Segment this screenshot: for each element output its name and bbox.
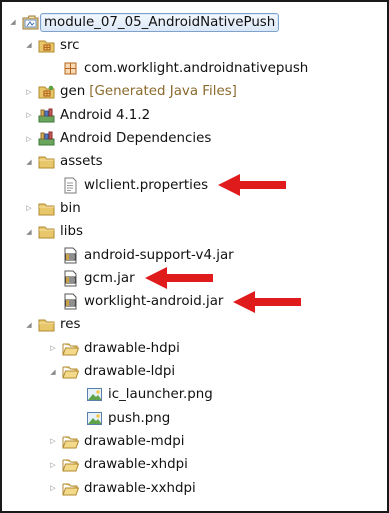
tree-item-label: drawable-xxhdpi <box>84 480 196 496</box>
tree-item-label: gcm.jar <box>84 270 135 286</box>
tree-item[interactable]: ▷push.png <box>2 407 387 429</box>
image-icon <box>86 410 103 427</box>
expand-arrow-icon[interactable]: ▷ <box>48 436 58 446</box>
tree-item[interactable]: ▷ Android 4.1.2 <box>2 104 387 126</box>
library-icon <box>38 130 55 147</box>
file-icon <box>62 177 79 194</box>
open-folder-icon <box>62 456 79 473</box>
tree-item[interactable]: ▷ gen [Generated Java Files] <box>2 81 387 103</box>
tree-item-label: module_07_05_AndroidNativePush <box>39 12 280 32</box>
expand-arrow-icon[interactable]: ▷ <box>48 343 58 353</box>
tree-item-label: wlclient.properties <box>84 177 209 193</box>
open-folder-icon <box>62 363 79 380</box>
tree-item-label: assets <box>60 154 103 170</box>
collapse-arrow-icon[interactable]: ◢ <box>24 320 34 330</box>
tree-item-label: drawable-xhdpi <box>84 457 188 473</box>
tree-item-label: com.worklight.androidnativepush <box>84 61 309 77</box>
tree-item-label: push.png <box>108 410 171 426</box>
tree-item-label: gen <box>60 84 86 100</box>
image-icon <box>86 386 103 403</box>
expand-arrow-icon[interactable]: ▷ <box>24 110 34 120</box>
expand-arrow-icon[interactable]: ▷ <box>24 134 34 144</box>
tree-item[interactable]: ◢ drawable-ldpi <box>2 361 387 383</box>
project-explorer-tree: ◢module_07_05_AndroidNativePush◢src▷com.… <box>0 0 389 513</box>
library-icon <box>38 107 55 124</box>
generated-folder-icon <box>38 83 55 100</box>
collapse-arrow-icon[interactable]: ◢ <box>24 157 34 167</box>
tree-item-label: android-support-v4.jar <box>84 247 234 263</box>
tree-item[interactable]: ◢ res <box>2 314 387 336</box>
folder-icon <box>38 223 55 240</box>
tree-item[interactable]: ▷ Android Dependencies <box>2 128 387 150</box>
tree-item[interactable]: ▷ bin <box>2 197 387 219</box>
open-folder-icon <box>62 433 79 450</box>
source-folder-icon <box>38 37 55 54</box>
tree-item[interactable]: ◢ libs <box>2 221 387 243</box>
tree-item-label: libs <box>60 224 83 240</box>
tree-item[interactable]: ▷worklight-android.jar <box>2 291 387 313</box>
callout-arrow-icon <box>218 174 287 197</box>
callout-arrow-icon <box>233 290 302 313</box>
tree-item-label: drawable-mdpi <box>84 433 185 449</box>
tree-item-label: res <box>60 317 81 333</box>
package-icon <box>62 60 79 77</box>
tree-item-label: drawable-hdpi <box>84 340 180 356</box>
tree-item-label: drawable-ldpi <box>84 364 176 379</box>
jar-icon <box>62 270 79 287</box>
folder-icon <box>38 316 55 333</box>
open-folder-icon <box>62 480 79 497</box>
tree-item[interactable]: ▷ drawable-mdpi <box>2 430 387 452</box>
tree-item-label: Android Dependencies <box>60 131 212 146</box>
jar-icon <box>62 247 79 264</box>
open-folder-icon <box>62 340 79 357</box>
tree-item-label: ic_launcher.png <box>108 387 213 403</box>
tree-item-decoration: [Generated Java Files] <box>89 84 237 100</box>
tree-item-label: src <box>60 37 80 53</box>
jar-icon <box>62 293 79 310</box>
tree-item[interactable]: ▷ drawable-xhdpi <box>2 454 387 476</box>
tree-item[interactable]: ▷ drawable-xxhdpi <box>2 477 387 499</box>
expand-arrow-icon[interactable]: ▷ <box>24 203 34 213</box>
expand-arrow-icon[interactable]: ▷ <box>48 460 58 470</box>
tree-item[interactable]: ◢ module_07_05_AndroidNativePush <box>2 11 387 33</box>
tree-item[interactable]: ▷ic_launcher.png <box>2 384 387 406</box>
expand-arrow-icon[interactable]: ▷ <box>24 87 34 97</box>
tree-item[interactable]: ▷ drawable-hdpi <box>2 337 387 359</box>
tree-item-label: bin <box>60 200 81 216</box>
collapse-arrow-icon[interactable]: ◢ <box>24 227 34 237</box>
collapse-arrow-icon[interactable]: ◢ <box>48 367 58 377</box>
collapse-arrow-icon[interactable]: ◢ <box>24 40 34 50</box>
collapse-arrow-icon[interactable]: ◢ <box>8 17 18 27</box>
expand-arrow-icon[interactable]: ▷ <box>48 483 58 493</box>
project-icon <box>22 14 39 31</box>
tree-item[interactable]: ◢ src <box>2 34 387 56</box>
folder-icon <box>38 153 55 170</box>
tree-item[interactable]: ▷wlclient.properties <box>2 174 387 196</box>
tree-item-label: Android 4.1.2 <box>60 107 151 123</box>
tree-item[interactable]: ▷android-support-v4.jar <box>2 244 387 266</box>
callout-arrow-icon <box>144 267 213 290</box>
folder-icon <box>38 200 55 217</box>
tree-item[interactable]: ◢ assets <box>2 151 387 173</box>
tree-item[interactable]: ▷com.worklight.androidnativepush <box>2 58 387 80</box>
tree-item-label: worklight-android.jar <box>84 294 224 310</box>
